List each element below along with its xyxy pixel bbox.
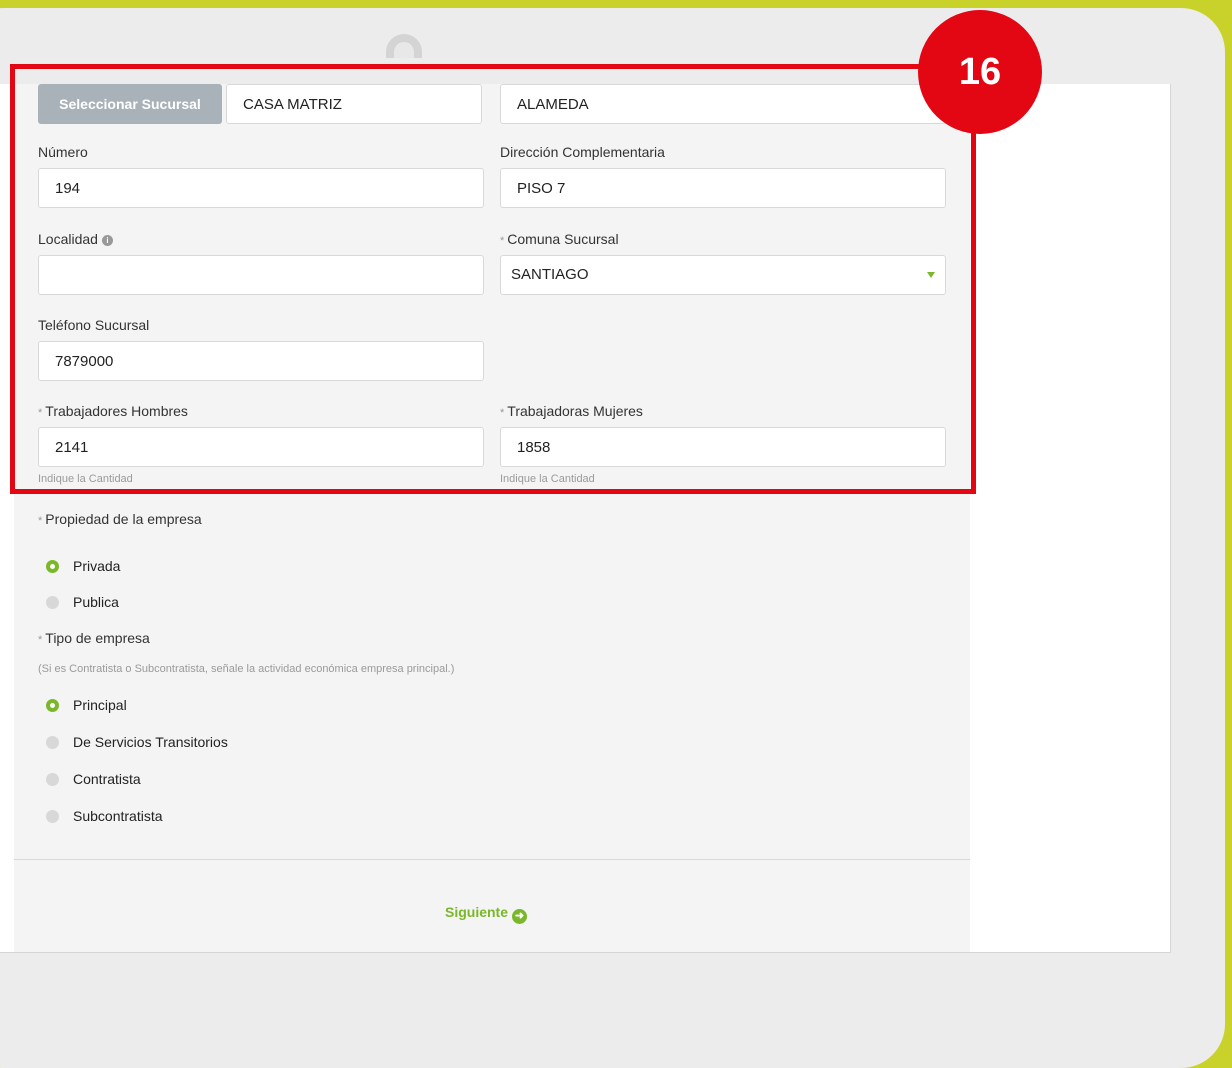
radio-subcontratista-label[interactable]: Subcontratista (73, 808, 163, 824)
radio-servicios-transitorios-label[interactable]: De Servicios Transitorios (73, 734, 228, 750)
radio-publica[interactable] (46, 596, 59, 609)
tipo-note: (Si es Contratista o Subcontratista, señ… (38, 663, 455, 675)
radio-subcontratista[interactable] (46, 810, 59, 823)
radio-contratista-label[interactable]: Contratista (73, 771, 141, 787)
propiedad-label: * Propiedad de la empresa (38, 511, 202, 527)
step-highlight-box (10, 64, 976, 494)
required-mark: * (38, 634, 43, 646)
arrow-right-circle-icon: ➜ (512, 909, 528, 924)
next-label: Siguiente (445, 904, 509, 920)
propiedad-label-text: Propiedad de la empresa (45, 511, 202, 527)
tipo-label: * Tipo de empresa (38, 630, 150, 646)
radio-principal-label[interactable]: Principal (73, 697, 127, 713)
radio-contratista[interactable] (46, 773, 59, 786)
radio-principal[interactable] (46, 699, 59, 712)
camera-icon (386, 34, 422, 58)
next-button[interactable]: Siguiente ➜ (445, 904, 528, 924)
radio-servicios-transitorios[interactable] (46, 736, 59, 749)
required-mark: * (38, 515, 43, 527)
tipo-label-text: Tipo de empresa (45, 630, 150, 646)
step-number-badge: 16 (918, 10, 1042, 134)
radio-privada[interactable] (46, 560, 59, 573)
radio-privada-label[interactable]: Privada (73, 558, 120, 574)
divider (14, 859, 970, 860)
radio-publica-label[interactable]: Publica (73, 594, 119, 610)
